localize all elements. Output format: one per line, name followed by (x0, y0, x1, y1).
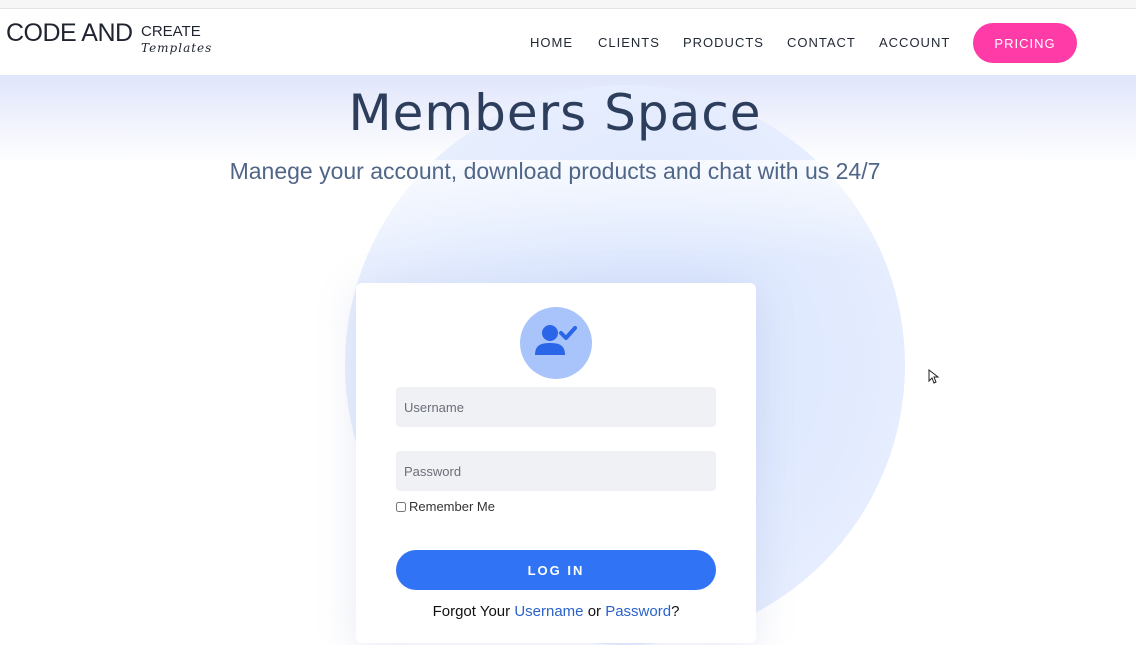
nav-clients[interactable]: CLIENTS (598, 35, 660, 50)
user-check-icon (535, 325, 577, 355)
remember-me-checkbox[interactable] (396, 501, 406, 512)
logo-script-text: Templates (141, 41, 213, 55)
forgot-or: or (587, 603, 602, 620)
nav-account[interactable]: ACCOUNT (879, 35, 950, 50)
login-card: Remember Me LOG IN Forgot Your Username … (356, 283, 756, 643)
mouse-cursor-icon (928, 369, 940, 384)
forgot-credentials: Forgot Your Username or Password? (356, 603, 756, 620)
page-subtitle: Manege your account, download products a… (229, 158, 881, 184)
remember-me[interactable]: Remember Me (396, 499, 495, 514)
avatar (520, 307, 592, 379)
remember-me-label: Remember Me (409, 499, 495, 514)
username-input[interactable] (396, 387, 716, 427)
nav-products[interactable]: PRODUCTS (683, 35, 764, 50)
logo-sub-text: CREATE (141, 23, 201, 40)
site-header: CODE AND CREATE Templates HOME CLIENTS P… (0, 9, 1136, 75)
forgot-suffix: ? (671, 603, 680, 620)
forgot-username-link[interactable]: Username (514, 603, 583, 620)
nav-home[interactable]: HOME (530, 35, 573, 50)
nav-contact[interactable]: CONTACT (787, 35, 856, 50)
forgot-password-link[interactable]: Password (605, 603, 671, 620)
password-input[interactable] (396, 451, 716, 491)
pricing-button[interactable]: PRICING (973, 23, 1077, 63)
login-button[interactable]: LOG IN (396, 550, 716, 590)
page-title: Members Space (348, 84, 762, 142)
forgot-prefix: Forgot Your (432, 603, 511, 620)
browser-toolbar-edge (0, 0, 1136, 9)
logo-main-text: CODE AND (6, 19, 133, 47)
